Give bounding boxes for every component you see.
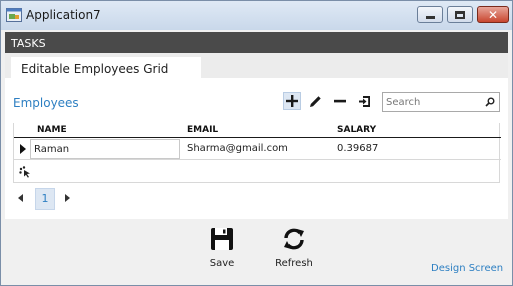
app-window-icon: [6, 8, 22, 22]
column-header-email[interactable]: EMAIL: [187, 125, 218, 135]
design-screen-link[interactable]: Design Screen: [431, 263, 503, 274]
minimize-button[interactable]: [417, 6, 443, 23]
minimize-icon: [425, 16, 435, 19]
page-number-button[interactable]: 1: [35, 188, 55, 210]
salary-cell[interactable]: 0.39687: [337, 143, 378, 154]
email-cell[interactable]: Sharma@gmail.com: [187, 143, 288, 154]
application-window: Application7 ✕ TASKS Editable Employees …: [0, 0, 513, 286]
tab-editable-employees-grid[interactable]: Editable Employees Grid: [11, 57, 201, 80]
section-title: Employees: [13, 96, 79, 110]
next-page-icon[interactable]: [65, 194, 70, 202]
export-button[interactable]: [355, 92, 373, 110]
name-cell-input[interactable]: [31, 140, 179, 158]
magnifier-icon[interactable]: [485, 97, 495, 107]
floppy-disk-icon: [211, 228, 233, 250]
close-icon: ✕: [487, 7, 499, 22]
current-row-indicator-icon: [20, 144, 26, 154]
search-input[interactable]: [386, 95, 481, 109]
refresh-icon: [284, 228, 304, 250]
minus-icon: [334, 99, 346, 103]
column-header-name[interactable]: NAME: [37, 125, 67, 135]
name-cell-editor[interactable]: [30, 139, 180, 159]
export-icon: [358, 95, 370, 107]
edit-button[interactable]: [306, 92, 324, 110]
save-label: Save: [209, 258, 235, 269]
search-box[interactable]: [382, 92, 500, 112]
employees-grid: NAME EMAIL SALARY Sharma@gmail.com 0.396…: [13, 123, 501, 183]
table-row[interactable]: Sharma@gmail.com 0.39687: [14, 138, 501, 160]
save-button[interactable]: Save: [197, 227, 247, 277]
refresh-button[interactable]: Refresh: [269, 227, 319, 277]
employees-panel: Employees NAME EMAIL SALARY: [5, 78, 508, 219]
maximize-button[interactable]: [447, 6, 473, 23]
title-bar[interactable]: Application7 ✕: [1, 1, 512, 30]
window-title: Application7: [26, 8, 101, 22]
tab-strip: Editable Employees Grid: [5, 53, 508, 80]
column-header-salary[interactable]: SALARY: [337, 125, 376, 135]
add-button[interactable]: [283, 92, 301, 110]
maximize-icon: [455, 10, 465, 19]
tasks-bar[interactable]: TASKS: [5, 32, 508, 53]
close-button[interactable]: ✕: [477, 6, 509, 23]
plus-icon: [286, 95, 298, 107]
pencil-icon: [309, 95, 321, 107]
new-row-icon[interactable]: [19, 166, 31, 178]
remove-button[interactable]: [331, 92, 349, 110]
previous-page-icon[interactable]: [18, 194, 23, 202]
refresh-label: Refresh: [275, 258, 313, 269]
